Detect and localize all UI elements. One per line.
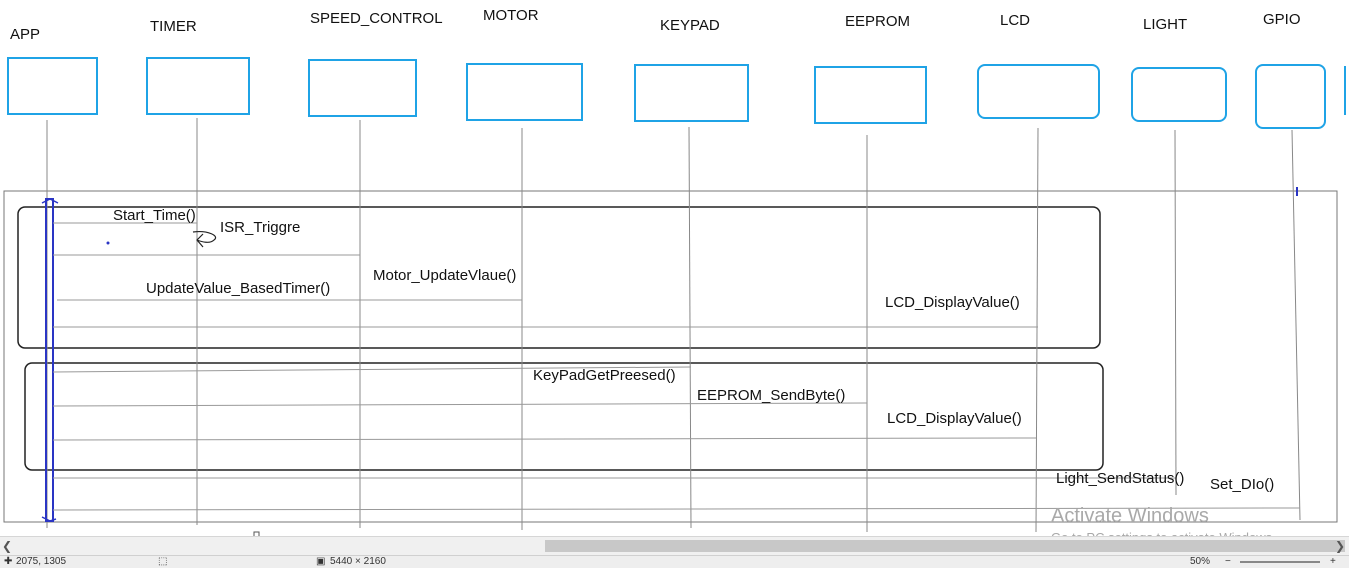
msg-label-eeprom: EEPROM_SendByte() bbox=[697, 387, 846, 404]
zoom-slider[interactable] bbox=[1240, 561, 1320, 563]
horizontal-scrollbar[interactable]: ❮ ❯ bbox=[0, 536, 1349, 555]
msg-label-lcd-display-1: LCD_DisplayValue() bbox=[885, 294, 1020, 311]
msg-label-light: Light_SendStatus() bbox=[1056, 470, 1185, 487]
selection-icon: ⬚ bbox=[158, 556, 168, 567]
msg-label-isr-trigger: ISR_Triggre bbox=[220, 219, 301, 236]
activate-windows-watermark-title: Activate Windows bbox=[1051, 505, 1209, 527]
msg-label-update-value: UpdateValue_BasedTimer() bbox=[146, 280, 331, 297]
activation-top-cap bbox=[41, 198, 59, 204]
zoom-level: 50% bbox=[1190, 556, 1211, 567]
msg-line-lcd-display-2 bbox=[52, 437, 1037, 441]
image-size-icon: ▣ bbox=[316, 556, 326, 567]
stray-dot bbox=[106, 241, 110, 245]
cursor-position-icon: ✚ bbox=[4, 556, 13, 567]
zoom-out-button[interactable]: − bbox=[1225, 556, 1231, 568]
lifeline-line-lcd bbox=[1035, 127, 1039, 533]
msg-label-lcd-display-2: LCD_DisplayValue() bbox=[887, 410, 1022, 427]
msg-label-start-time: Start_Time() bbox=[113, 207, 196, 224]
lifeline-line-light bbox=[1174, 129, 1177, 496]
scroll-right-arrow-icon[interactable]: ❯ bbox=[1333, 537, 1347, 555]
cursor-position-readout: 2075, 1305 bbox=[16, 556, 67, 567]
msg-label-keypad: KeyPadGetPreesed() bbox=[533, 367, 676, 384]
scrollbar-thumb[interactable] bbox=[545, 540, 1345, 552]
status-bar: ✚ 2075, 1305 ⬚ ▣ 5440 × 2160 50% − + bbox=[0, 555, 1349, 568]
diagram-lines bbox=[3, 66, 1346, 538]
zoom-in-button[interactable]: + bbox=[1330, 556, 1336, 568]
msg-label-motor-update: Motor_UpdateVlaue() bbox=[373, 267, 517, 284]
sequence-diagram-canvas: APP TIMER SPEED_CONTROL MOTOR KEYPAD EEP… bbox=[0, 0, 1349, 567]
self-call-arrow-timer bbox=[192, 231, 217, 248]
msg-label-gpio: Set_DIo() bbox=[1210, 476, 1275, 493]
image-size-readout: 5440 × 2160 bbox=[330, 556, 386, 567]
scroll-left-arrow-icon[interactable]: ❮ bbox=[0, 537, 14, 555]
